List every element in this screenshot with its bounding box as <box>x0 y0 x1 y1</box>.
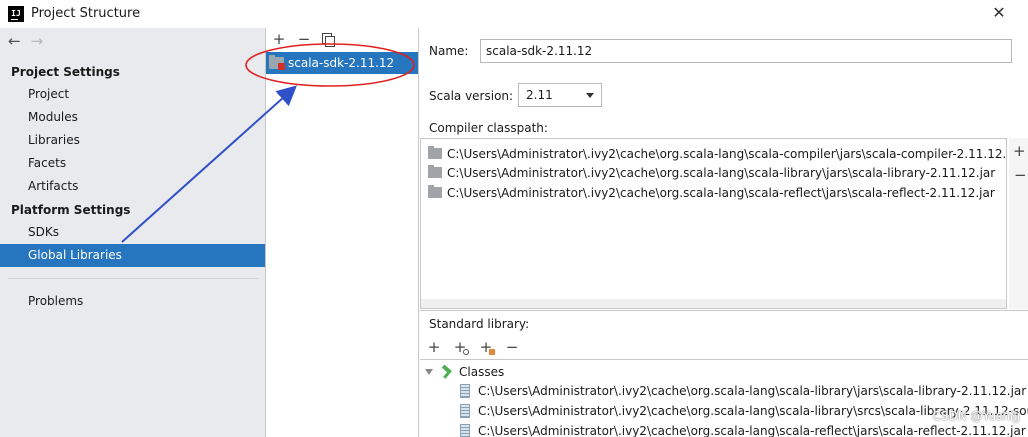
jar-icon <box>460 404 470 418</box>
sidebar-divider <box>8 278 258 279</box>
add-icon[interactable]: + <box>272 30 286 48</box>
horizontal-scrollbar[interactable] <box>421 299 1006 308</box>
hammer-icon <box>441 366 454 379</box>
sidebar-item-facets[interactable]: Facets <box>0 152 265 175</box>
sidebar-item-artifacts[interactable]: Artifacts <box>0 175 265 198</box>
close-button[interactable]: ✕ <box>990 4 1008 22</box>
sidebar-item-global-libraries[interactable]: Global Libraries <box>0 244 265 267</box>
tree-node-label: Classes <box>459 365 505 379</box>
library-details-panel: Name: Scala version: 2.11 Compiler class… <box>420 28 1028 437</box>
classpath-path: C:\Users\Administrator\.ivy2\cache\org.s… <box>447 185 995 200</box>
sidebar-item-project[interactable]: Project <box>0 83 265 106</box>
add-classpath-icon[interactable]: + <box>1013 142 1026 160</box>
copy-icon[interactable] <box>322 33 336 47</box>
library-folder-icon <box>269 55 285 70</box>
list-item[interactable]: C:\Users\Administrator\.ivy2\cache\org.s… <box>428 144 1007 163</box>
library-list-panel: + − scala-sdk-2.11.12 <box>266 28 419 437</box>
standard-library-tree[interactable]: Classes C:\Users\Administrator\.ivy2\cac… <box>420 359 1028 437</box>
folder-icon <box>428 185 442 198</box>
platform-settings-header: Platform Settings <box>11 203 131 217</box>
remove-classpath-icon[interactable]: − <box>1014 166 1027 184</box>
chevron-down-icon <box>586 93 594 98</box>
sidebar-item-problems[interactable]: Problems <box>0 290 265 313</box>
name-label: Name: <box>429 44 469 58</box>
remove-icon[interactable]: − <box>504 338 520 356</box>
settings-sidebar: ← → Project Settings Project Modules Lib… <box>0 28 266 437</box>
standard-library-label: Standard library: <box>429 317 530 331</box>
sidebar-item-libraries[interactable]: Libraries <box>0 129 265 152</box>
add-icon[interactable]: + <box>426 338 442 356</box>
standard-library-toolbar: + + + − <box>426 338 520 356</box>
library-item-label: scala-sdk-2.11.12 <box>288 56 395 70</box>
expand-triangle-icon[interactable] <box>425 369 433 375</box>
scala-version-value: 2.11 <box>526 88 553 102</box>
watermark: CSDN @Yushijj <box>932 409 1020 423</box>
window-title: Project Structure <box>31 6 141 21</box>
class-path: C:\Users\Administrator\.ivy2\cache\org.s… <box>478 424 1026 437</box>
compiler-classpath-label: Compiler classpath: <box>429 121 548 135</box>
classpath-side-toolbar: + − <box>1009 138 1028 309</box>
compiler-classpath-list[interactable]: C:\Users\Administrator\.ivy2\cache\org.s… <box>420 138 1007 309</box>
project-settings-header: Project Settings <box>11 65 120 79</box>
add-excluded-icon[interactable]: + <box>478 338 495 356</box>
classpath-path: C:\Users\Administrator\.ivy2\cache\org.s… <box>447 146 1007 161</box>
globe-badge-icon <box>463 349 469 355</box>
tree-item[interactable]: C:\Users\Administrator\.ivy2\cache\org.s… <box>460 421 1026 437</box>
tree-node-classes[interactable]: Classes <box>425 362 504 382</box>
name-input[interactable] <box>480 39 1012 63</box>
scala-version-dropdown[interactable]: 2.11 <box>518 83 602 107</box>
navigation-arrows: ← → <box>8 32 43 50</box>
back-arrow-icon[interactable]: ← <box>8 32 21 50</box>
library-item-scala-sdk[interactable]: scala-sdk-2.11.12 <box>266 52 418 74</box>
folder-badge-icon <box>489 349 495 355</box>
list-item[interactable]: C:\Users\Administrator\.ivy2\cache\org.s… <box>428 163 995 182</box>
sidebar-item-modules[interactable]: Modules <box>0 106 265 129</box>
section-divider <box>420 310 1028 311</box>
classpath-path: C:\Users\Administrator\.ivy2\cache\org.s… <box>447 165 996 180</box>
jar-icon <box>460 424 470 437</box>
jar-icon <box>460 384 470 398</box>
scala-version-label: Scala version: <box>429 89 514 103</box>
library-list-toolbar: + − <box>272 30 336 48</box>
intellij-logo-icon: IJ <box>8 6 24 22</box>
class-path: C:\Users\Administrator\.ivy2\cache\org.s… <box>478 384 1027 398</box>
remove-icon[interactable]: − <box>297 30 311 48</box>
forward-arrow-icon[interactable]: → <box>31 32 44 50</box>
list-item[interactable]: C:\Users\Administrator\.ivy2\cache\org.s… <box>428 183 995 202</box>
title-bar: IJ Project Structure ✕ <box>0 0 1028 28</box>
add-attached-icon[interactable]: + <box>452 338 469 356</box>
sidebar-item-sdks[interactable]: SDKs <box>0 221 265 244</box>
folder-icon <box>428 146 442 159</box>
folder-icon <box>428 165 442 178</box>
tree-item[interactable]: C:\Users\Administrator\.ivy2\cache\org.s… <box>460 381 1026 401</box>
